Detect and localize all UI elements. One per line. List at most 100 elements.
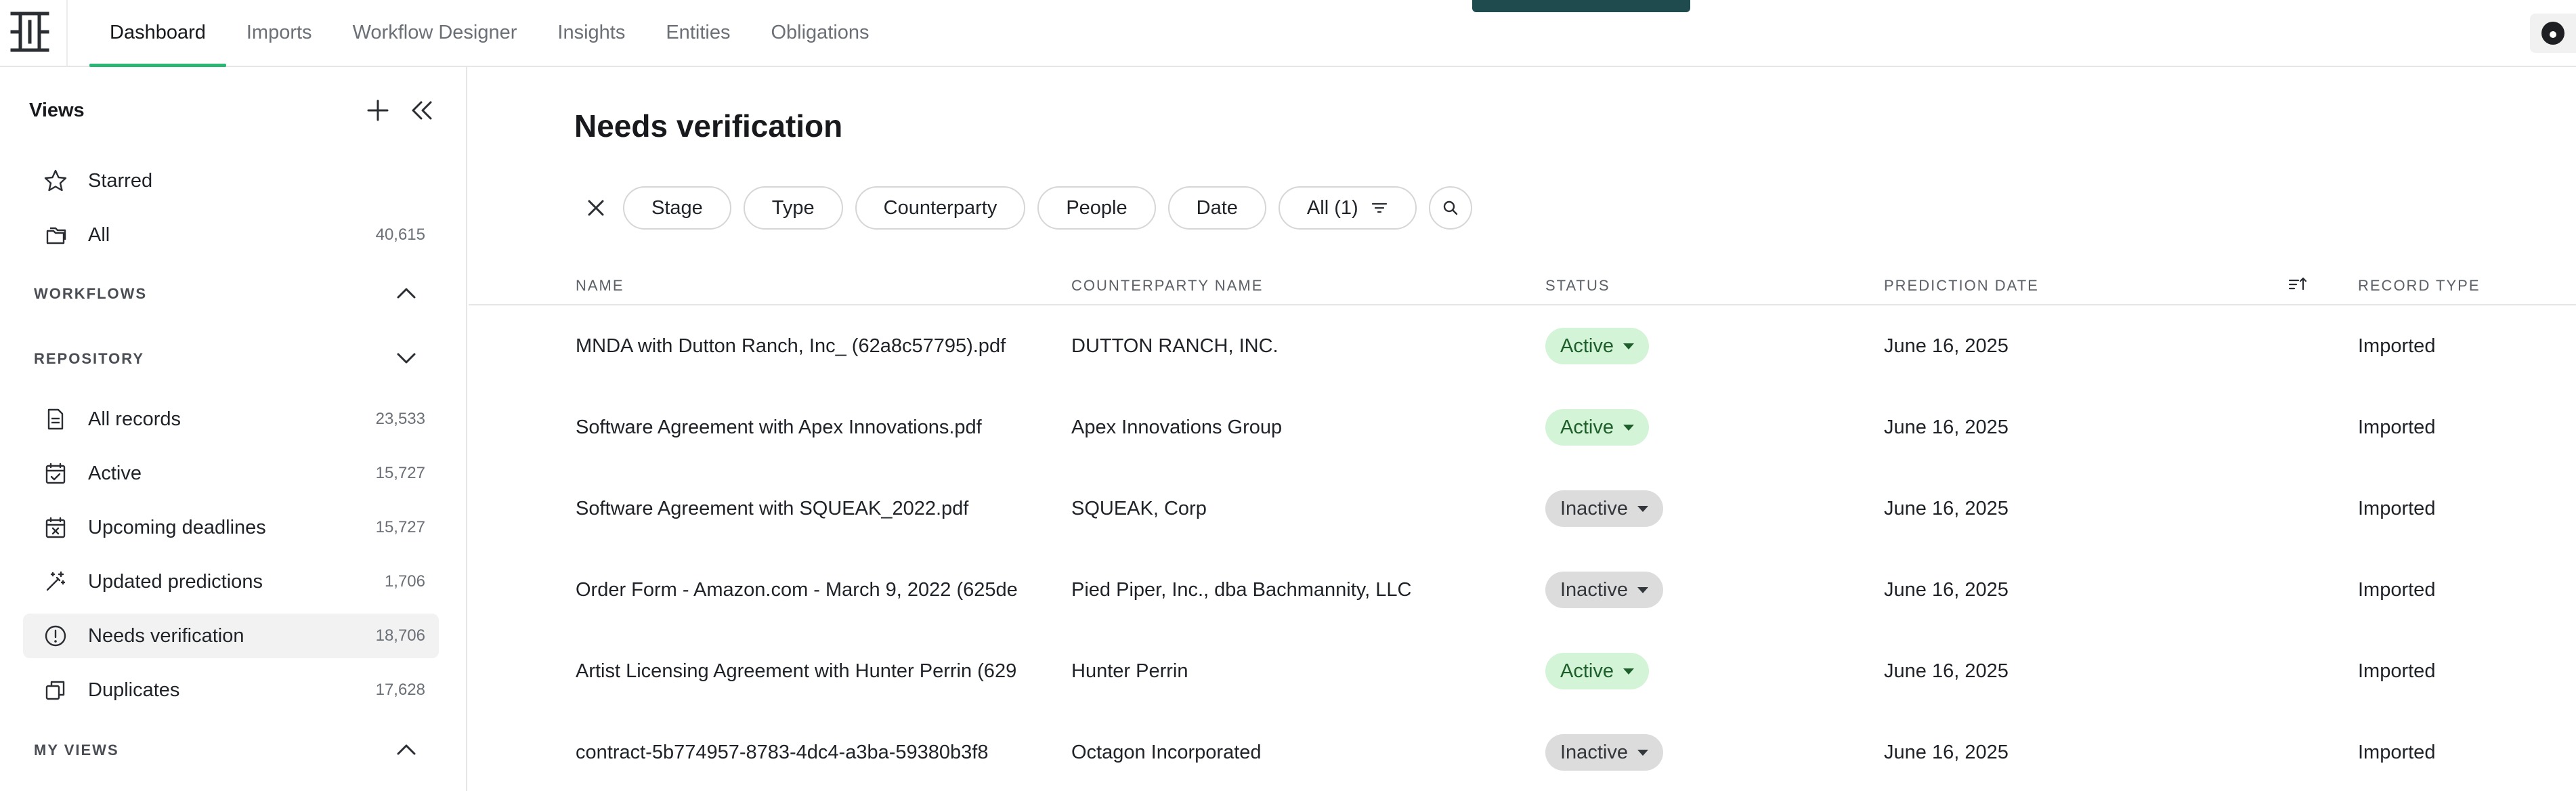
add-view-icon[interactable] [363, 95, 393, 125]
main-content: Needs verification Stage Type Counterpar… [469, 67, 2576, 791]
section-workflows: WORKFLOWS [34, 285, 148, 302]
filter-label: Counterparty [883, 196, 997, 219]
document-icon [47, 408, 64, 430]
column-header-record-type[interactable]: RECORD TYPE [2358, 277, 2481, 295]
help-icon [2541, 22, 2564, 45]
sidebar-item-count: 23,533 [375, 410, 425, 428]
column-header-counterparty[interactable]: COUNTERPARTY NAME [1071, 277, 1263, 295]
counterparty-name: Pied Piper, Inc., dba Bachmannity, LLC [1071, 578, 1412, 601]
chevron-up-icon[interactable] [391, 735, 421, 765]
status-label: Active [1560, 660, 1614, 682]
filter-all[interactable]: All (1) [1278, 186, 1417, 230]
sidebar-item-label: Needs verification [88, 624, 244, 647]
status-badge[interactable]: Inactive [1545, 490, 1663, 527]
filter-people[interactable]: People [1037, 186, 1156, 230]
star-icon [44, 169, 67, 192]
status-badge[interactable]: Active [1545, 409, 1649, 446]
calendar-x-icon [45, 517, 66, 538]
caret-down-icon [1637, 586, 1648, 593]
filter-label: Date [1196, 196, 1238, 219]
prediction-date: June 16, 2025 [1884, 578, 2009, 601]
record-type: Imported [2358, 578, 2436, 601]
app-logo[interactable] [9, 9, 50, 54]
filter-stage[interactable]: Stage [623, 186, 731, 230]
sidebar-item-label: All [88, 223, 110, 246]
sidebar-item-active[interactable]: Active 15,727 [23, 451, 439, 496]
table-row[interactable]: Order Form - Amazon.com - March 9, 2022 … [469, 549, 2576, 630]
clear-filters-button[interactable] [574, 186, 618, 230]
table-row[interactable]: Software Agreement with Apex Innovations… [469, 387, 2576, 468]
table-row[interactable]: contract-5b774957-8783-4dc4-a3ba-59380b3… [469, 712, 2576, 791]
sidebar-item-label: All records [88, 408, 181, 430]
record-name[interactable]: Order Form - Amazon.com - March 9, 2022 … [576, 549, 1056, 630]
sidebar-item-count: 15,727 [375, 518, 425, 536]
tab-obligations[interactable]: Obligations [750, 0, 889, 66]
filter-label: Type [771, 196, 815, 219]
sidebar-item-label: Active [88, 462, 142, 484]
table-row[interactable]: MNDA with Dutton Ranch, Inc_ (62a8c57795… [469, 305, 2576, 387]
filter-counterparty[interactable]: Counterparty [855, 186, 1026, 230]
filter-icon [1371, 202, 1387, 213]
tab-imports[interactable]: Imports [226, 0, 332, 66]
filter-type[interactable]: Type [743, 186, 843, 230]
sidebar-item-needs-verification[interactable]: Needs verification 18,706 [23, 614, 439, 658]
logo-divider [66, 0, 68, 66]
chevron-up-icon[interactable] [391, 278, 421, 308]
record-type: Imported [2358, 416, 2436, 438]
help-button[interactable] [2530, 14, 2576, 53]
sidebar-item-updated-predictions[interactable]: Updated predictions 1,706 [23, 559, 439, 604]
status-badge[interactable]: Active [1545, 328, 1649, 364]
sidebar-item-count: 40,615 [375, 226, 425, 244]
sort-icon[interactable] [2288, 274, 2308, 295]
sidebar-item-label: Starred [88, 169, 153, 192]
column-header-name[interactable]: NAME [576, 277, 624, 295]
main-nav: Dashboard Imports Workflow Designer Insi… [89, 0, 890, 67]
status-badge[interactable]: Inactive [1545, 572, 1663, 608]
sidebar-item-all[interactable]: All 40,615 [23, 213, 439, 257]
sidebar-item-starred[interactable]: Starred [23, 158, 439, 203]
sidebar-item-count: 18,706 [375, 626, 425, 645]
top-bar: Dashboard Imports Workflow Designer Insi… [0, 0, 2576, 67]
tab-entities[interactable]: Entities [645, 0, 750, 66]
record-name[interactable]: Software Agreement with SQUEAK_2022.pdf [576, 468, 1056, 549]
tab-insights[interactable]: Insights [537, 0, 645, 66]
search-button[interactable] [1428, 186, 1472, 230]
filter-label: People [1066, 196, 1128, 219]
sidebar-item-upcoming-deadlines[interactable]: Upcoming deadlines 15,727 [23, 505, 439, 550]
caret-down-icon [1637, 505, 1648, 512]
chevron-down-icon[interactable] [391, 343, 421, 373]
duplicate-icon [45, 681, 65, 700]
prediction-date: June 16, 2025 [1884, 497, 2009, 519]
status-badge[interactable]: Active [1545, 653, 1649, 689]
counterparty-name: Apex Innovations Group [1071, 416, 1283, 438]
column-header-status[interactable]: STATUS [1545, 277, 1610, 295]
filter-label: Stage [651, 196, 703, 219]
filter-date[interactable]: Date [1167, 186, 1266, 230]
status-label: Inactive [1560, 578, 1628, 601]
counterparty-name: DUTTON RANCH, INC. [1071, 335, 1279, 357]
tab-workflow-designer[interactable]: Workflow Designer [332, 0, 538, 66]
sidebar-item-duplicates[interactable]: Duplicates 17,628 [23, 668, 439, 712]
record-name[interactable]: contract-5b774957-8783-4dc4-a3ba-59380b3… [576, 712, 1056, 791]
table-row[interactable]: Software Agreement with SQUEAK_2022.pdf … [469, 468, 2576, 549]
record-name[interactable]: Software Agreement with Apex Innovations… [576, 387, 1056, 468]
top-action-button[interactable] [1472, 0, 1690, 12]
counterparty-name: Hunter Perrin [1071, 660, 1188, 682]
table-row[interactable]: Artist Licensing Agreement with Hunter P… [469, 630, 2576, 712]
status-label: Inactive [1560, 741, 1628, 763]
sidebar-item-label: Updated predictions [88, 570, 263, 593]
section-my-views: MY VIEWS [34, 742, 119, 758]
record-type: Imported [2358, 660, 2436, 682]
tab-dashboard[interactable]: Dashboard [89, 0, 226, 67]
caret-down-icon [1623, 668, 1634, 675]
sidebar-item-all-records[interactable]: All records 23,533 [23, 397, 439, 442]
collapse-sidebar-icon[interactable] [408, 97, 435, 124]
record-name[interactable]: Artist Licensing Agreement with Hunter P… [576, 630, 1056, 712]
status-badge[interactable]: Inactive [1545, 734, 1663, 771]
status-label: Active [1560, 416, 1614, 438]
column-header-prediction-date[interactable]: PREDICTION DATE [1884, 277, 2039, 295]
sidebar-item-count: 1,706 [384, 572, 425, 591]
prediction-date: June 16, 2025 [1884, 335, 2009, 357]
record-name[interactable]: MNDA with Dutton Ranch, Inc_ (62a8c57795… [576, 305, 1056, 387]
filter-label: All (1) [1306, 196, 1358, 219]
